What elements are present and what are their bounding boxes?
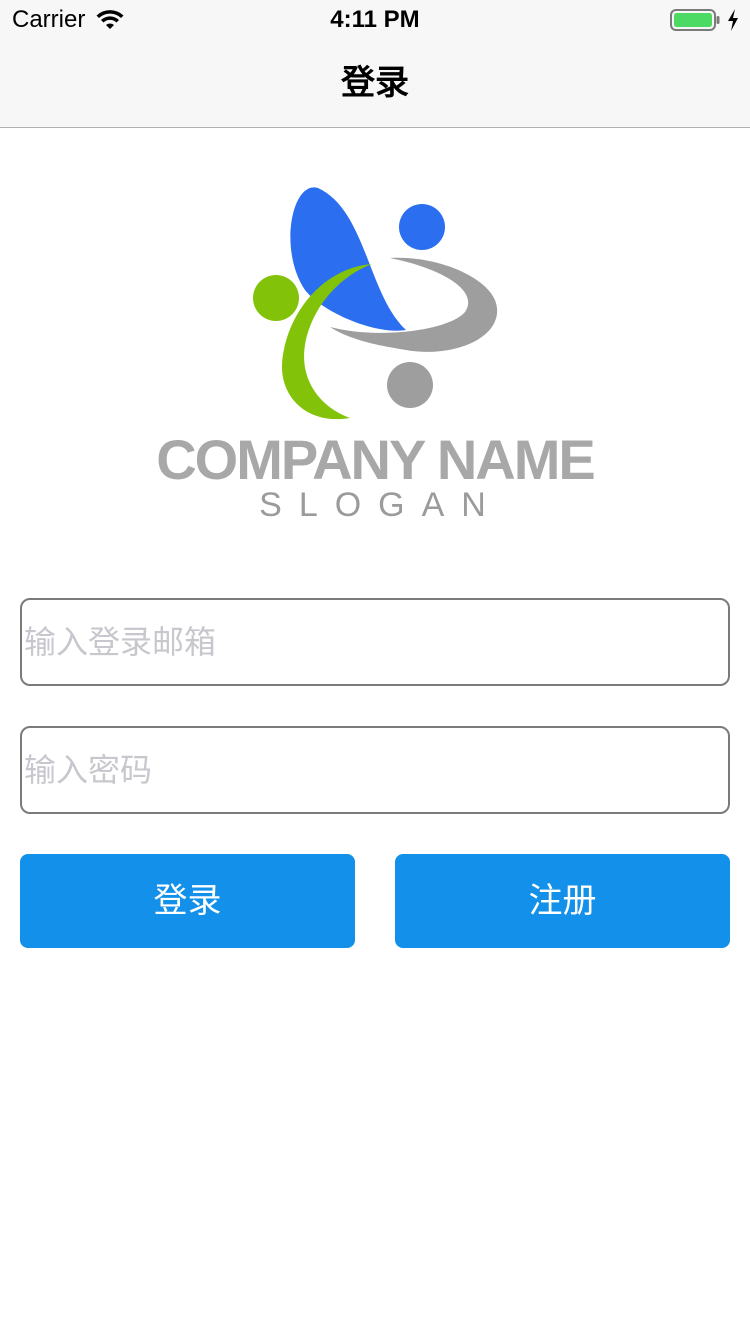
register-button[interactable]: 注册 (395, 854, 730, 948)
logo-slogan: SLOGAN (259, 486, 503, 524)
password-input[interactable] (20, 726, 730, 814)
logo-company-name: COMPANY NAME (156, 428, 596, 491)
email-input[interactable] (20, 598, 730, 686)
logo-emblem-icon (253, 187, 498, 420)
status-bar: Carrier 4:11 PM (0, 0, 750, 40)
charging-icon (728, 9, 738, 31)
login-button[interactable]: 登录 (20, 854, 355, 948)
navigation-bar: 登录 (0, 40, 750, 128)
page-title: 登录 (341, 64, 409, 102)
battery-icon (670, 9, 720, 31)
company-logo: COMPANY NAME SLOGAN (150, 180, 600, 530)
status-time: 4:11 PM (330, 6, 420, 33)
